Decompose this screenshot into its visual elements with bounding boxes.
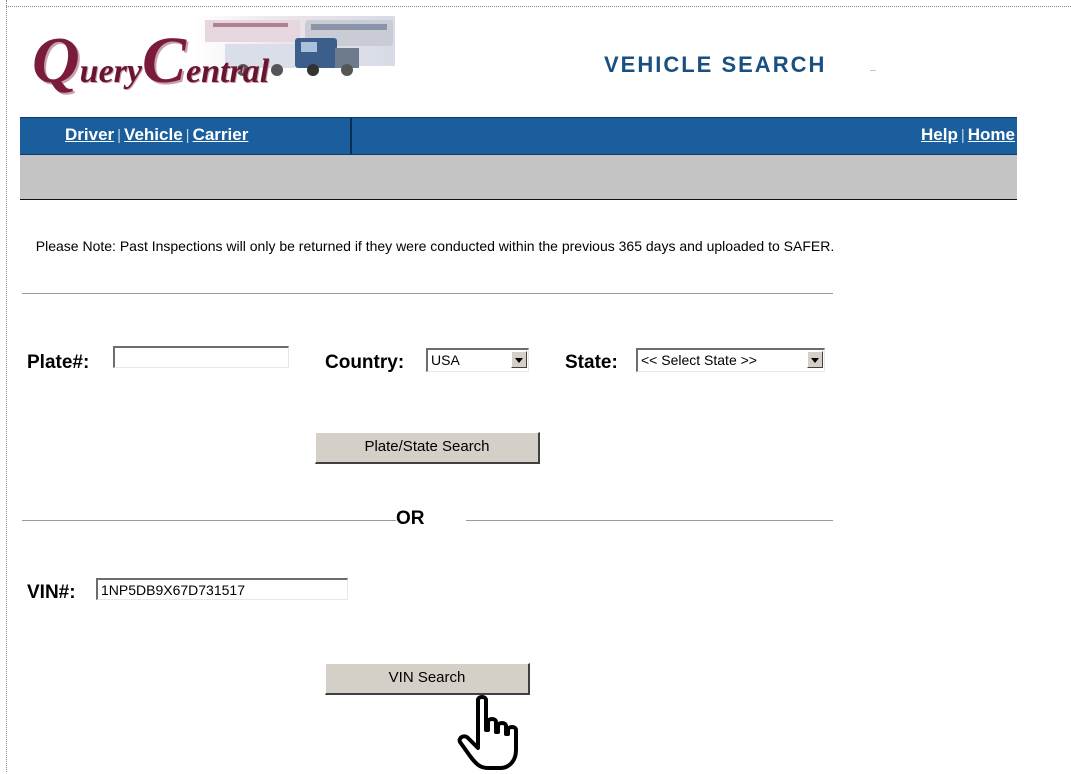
- sub-nav-bar: [20, 155, 1017, 200]
- nav-bar: Driver | Vehicle | Carrier Help | Home: [20, 117, 1017, 155]
- nav-link-vehicle[interactable]: Vehicle: [124, 125, 183, 144]
- or-separator: OR: [396, 508, 425, 529]
- logo-text-entral: entral: [186, 53, 270, 90]
- or-divider-left: [22, 520, 396, 521]
- vin-label: VIN#:: [27, 582, 76, 603]
- plate-input[interactable]: [113, 346, 289, 368]
- page-frame-left: [6, 0, 7, 772]
- nav-link-help[interactable]: Help: [921, 125, 958, 144]
- dropdown-arrow-icon[interactable]: [511, 351, 527, 368]
- state-label: State:: [565, 352, 618, 373]
- nav-separator: |: [960, 127, 965, 144]
- country-label: Country:: [325, 352, 405, 373]
- logo-text-uery: uery: [79, 53, 142, 90]
- page-frame-top: [6, 6, 1071, 7]
- nav-left-links: Driver | Vehicle | Carrier: [65, 125, 248, 145]
- plate-label: Plate#:: [27, 352, 90, 373]
- or-divider-right: [466, 520, 833, 521]
- country-select-value: USA: [431, 352, 460, 368]
- nav-divider: [350, 118, 352, 154]
- inspection-note: Please Note: Past Inspections will only …: [35, 238, 835, 254]
- nav-separator: |: [185, 127, 190, 144]
- nav-link-driver[interactable]: Driver: [65, 125, 114, 144]
- vin-input[interactable]: 1NP5DB9X67D731517: [96, 578, 348, 600]
- hand-pointer-cursor-icon: [457, 695, 518, 770]
- state-select[interactable]: << Select State >>: [636, 348, 825, 372]
- nav-separator: |: [117, 127, 122, 144]
- logo-letter-q: Q: [32, 24, 80, 97]
- logo-wordmark: QueryCentral: [32, 28, 269, 94]
- divider-line: [22, 293, 833, 294]
- state-select-value: << Select State >>: [641, 352, 757, 368]
- page-title: VEHICLE SEARCH: [604, 52, 827, 77]
- nav-right-links: Help | Home: [921, 125, 1015, 145]
- plate-state-search-button[interactable]: Plate/State Search: [315, 432, 540, 464]
- nav-link-carrier[interactable]: Carrier: [193, 125, 249, 144]
- nav-link-home[interactable]: Home: [968, 125, 1015, 144]
- query-central-logo: QueryCentral: [30, 14, 400, 98]
- logo-letter-c: C: [142, 24, 187, 97]
- title-decoration: [870, 70, 876, 71]
- country-select[interactable]: USA: [426, 348, 529, 372]
- vin-search-button[interactable]: VIN Search: [325, 663, 530, 695]
- dropdown-arrow-icon[interactable]: [807, 351, 823, 368]
